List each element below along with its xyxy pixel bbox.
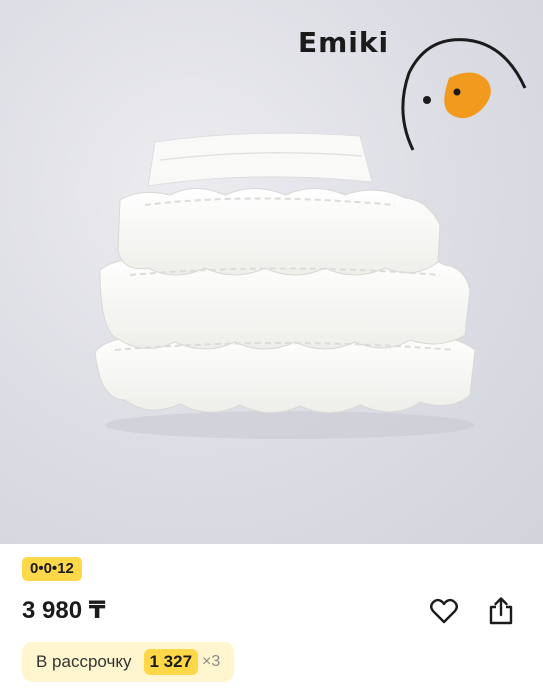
installment-button[interactable]: В рассрочку 1 327 ×3 [22, 642, 235, 682]
favorite-button[interactable] [427, 594, 461, 628]
brand-logo-text: Emiki [298, 26, 390, 59]
share-button[interactable] [484, 594, 518, 628]
product-image[interactable]: Emiki [0, 0, 543, 544]
product-price: 3 980 ₸ [22, 597, 106, 624]
installment-multiplier: ×3 [202, 653, 221, 670]
heart-icon [430, 598, 458, 624]
installment-amount: 1 327 [143, 649, 199, 675]
rating-badge: 0•0•12 [22, 557, 82, 581]
product-page: Emiki 0•0•12 3 980 ₸ В рассрочку 1 327 ×… [0, 0, 543, 699]
duck-logo-icon [401, 38, 527, 151]
share-icon [489, 597, 513, 625]
installment-label: В рассрочку [36, 652, 132, 671]
